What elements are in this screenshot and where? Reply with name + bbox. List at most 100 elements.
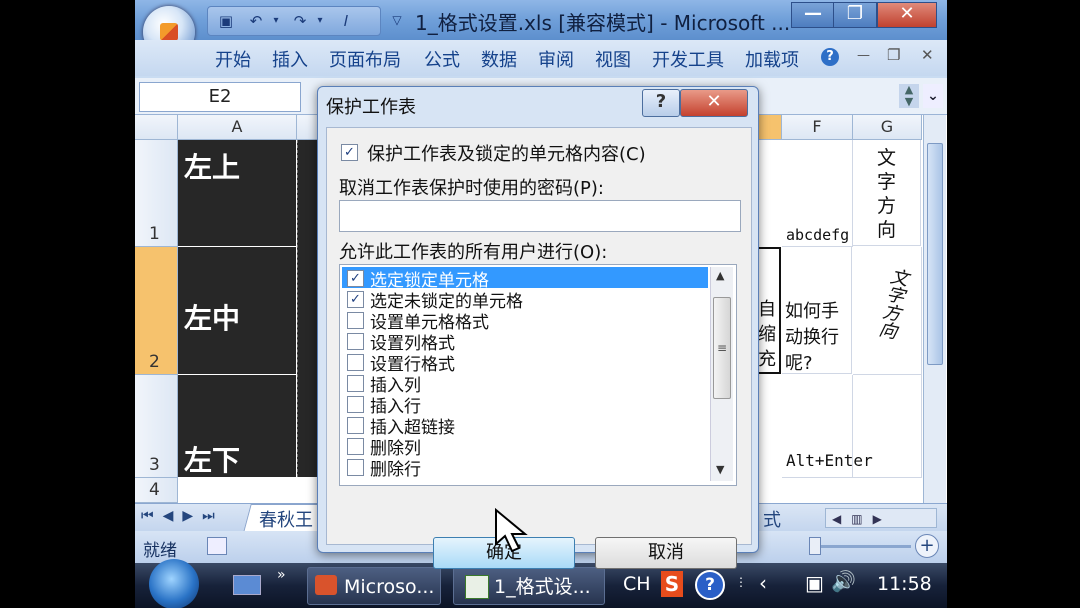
password-field[interactable] bbox=[339, 200, 741, 232]
redo-dropdown-icon[interactable]: ▾ bbox=[312, 13, 328, 29]
minimize-button[interactable]: — bbox=[791, 2, 835, 28]
list-item[interactable]: ✓ 选定锁定单元格 bbox=[342, 267, 708, 291]
checkbox[interactable] bbox=[347, 417, 364, 434]
cancel-button[interactable]: 取消 bbox=[595, 537, 737, 569]
ribbon-minimize-icon[interactable]: — bbox=[857, 48, 870, 63]
zoom-slider[interactable] bbox=[819, 545, 911, 548]
redo-icon[interactable]: ↷ bbox=[292, 13, 308, 29]
undo-dropdown-icon[interactable]: ▾ bbox=[268, 13, 284, 29]
undo-icon[interactable]: ↶ bbox=[248, 13, 264, 29]
list-item[interactable]: ✓ 选定未锁定的单元格 bbox=[342, 288, 708, 312]
protect-checkbox[interactable]: ✓ bbox=[341, 144, 358, 161]
tab-home[interactable]: 开始 bbox=[215, 46, 251, 72]
checkbox[interactable] bbox=[347, 396, 364, 413]
checkbox[interactable]: ✓ bbox=[347, 270, 364, 287]
horizontal-scrollbar[interactable]: ◀▥▶ bbox=[825, 508, 937, 528]
cell-g3[interactable] bbox=[853, 375, 922, 478]
macro-record-icon[interactable] bbox=[207, 537, 227, 555]
tray-settings-icon[interactable]: ⋮ bbox=[735, 575, 747, 589]
checkbox[interactable] bbox=[347, 354, 364, 371]
show-desktop-icon[interactable] bbox=[233, 575, 261, 595]
zoom-slider-thumb[interactable] bbox=[809, 537, 821, 555]
maximize-button[interactable]: ❐ bbox=[833, 2, 877, 28]
tab-page-layout[interactable]: 页面布局 bbox=[329, 46, 401, 72]
cell-a1[interactable]: 左上 bbox=[178, 140, 296, 246]
vertical-scrollbar[interactable] bbox=[923, 115, 946, 503]
tray-expand-icon[interactable]: ‹ bbox=[759, 571, 767, 595]
row-header-1[interactable]: 1 bbox=[135, 140, 178, 247]
zoom-in-icon[interactable]: + bbox=[915, 534, 939, 558]
close-button[interactable]: ✕ bbox=[877, 2, 937, 28]
cell-a3[interactable]: 左下 bbox=[178, 375, 296, 477]
sogou-icon[interactable]: S bbox=[661, 571, 683, 597]
cell-a2[interactable]: 左中 bbox=[178, 247, 296, 374]
help-tray-icon[interactable]: ? bbox=[695, 570, 725, 600]
tab-view[interactable]: 视图 bbox=[595, 46, 631, 72]
sheet-nav-icons[interactable]: ⏮◀▶⏭ bbox=[141, 508, 224, 524]
tab-data[interactable]: 数据 bbox=[481, 46, 517, 72]
quicklaunch-expand-icon[interactable]: » bbox=[277, 567, 286, 583]
scroll-thumb[interactable] bbox=[927, 143, 943, 365]
checkbox[interactable] bbox=[347, 333, 364, 350]
column-header-a[interactable]: A bbox=[178, 115, 297, 140]
volume-icon[interactable]: 🔊 bbox=[831, 569, 856, 593]
list-item[interactable]: 设置行格式 bbox=[342, 351, 708, 375]
list-item[interactable]: 删除行 bbox=[342, 456, 708, 480]
list-item[interactable]: 插入行 bbox=[342, 393, 708, 417]
tab-addins[interactable]: 加载项 bbox=[745, 46, 799, 72]
row-header-2[interactable]: 2 bbox=[135, 247, 178, 375]
qat-customize-icon[interactable]: ▽ bbox=[389, 12, 405, 28]
custom-icon[interactable]: 𝐼 bbox=[338, 13, 354, 29]
network-icon[interactable]: ▣ bbox=[805, 571, 824, 595]
permissions-list[interactable]: ✓ 选定锁定单元格 ✓ 选定未锁定的单元格 设置单元格格式 设置列格式 设置行格式 … bbox=[339, 264, 737, 486]
dialog-close-button[interactable]: ✕ bbox=[680, 89, 748, 117]
clock[interactable]: 11:58 bbox=[877, 573, 932, 595]
cell-f3[interactable]: Alt+Enter bbox=[782, 375, 873, 478]
list-item[interactable]: 插入超链接 bbox=[342, 414, 708, 438]
checkbox[interactable] bbox=[347, 459, 364, 476]
checkbox[interactable] bbox=[347, 438, 364, 455]
row-header-4[interactable]: 4 bbox=[135, 478, 178, 503]
column-header-f[interactable]: F bbox=[782, 115, 853, 140]
list-item[interactable]: 设置单元格格式 bbox=[342, 309, 708, 333]
list-scrollbar[interactable]: ▲ ≡ ▼ bbox=[710, 267, 733, 481]
ribbon-close-icon[interactable]: ✕ bbox=[921, 46, 934, 64]
cell-f1[interactable]: abcdefg bbox=[782, 140, 853, 247]
list-item[interactable]: 删除列 bbox=[342, 435, 708, 459]
cell-text: 左中 bbox=[184, 302, 241, 335]
list-scroll-thumb[interactable]: ≡ bbox=[713, 297, 731, 399]
list-item[interactable]: 插入列 bbox=[342, 372, 708, 396]
cell-text: 左上 bbox=[184, 151, 241, 184]
formula-scroll-icon[interactable]: ▲ ▼ bbox=[899, 84, 919, 108]
tab-insert[interactable]: 插入 bbox=[272, 46, 308, 72]
row-header-3[interactable]: 3 bbox=[135, 375, 178, 478]
cell-f2[interactable]: 如何手 动换行 呢? bbox=[782, 247, 852, 374]
tab-formulas[interactable]: 公式 bbox=[424, 46, 460, 72]
tab-developer[interactable]: 开发工具 bbox=[652, 46, 724, 72]
checkbox[interactable]: ✓ bbox=[347, 291, 364, 308]
dialog-help-button[interactable]: ? bbox=[642, 89, 680, 117]
tab-review[interactable]: 审阅 bbox=[538, 46, 574, 72]
cell-g1[interactable]: 文 字 方 向 bbox=[853, 140, 921, 246]
sheet-tab-label-right[interactable]: 式 bbox=[763, 506, 781, 532]
formula-expand-icon[interactable]: ⌄ bbox=[923, 84, 943, 108]
name-box[interactable]: E2 bbox=[139, 82, 301, 112]
help-icon[interactable]: ? bbox=[821, 48, 839, 66]
scroll-up-icon[interactable]: ▲ bbox=[716, 269, 724, 282]
save-icon[interactable]: ▣ bbox=[218, 13, 234, 29]
checkbox[interactable] bbox=[347, 312, 364, 329]
ribbon-restore-icon[interactable]: ❐ bbox=[887, 46, 900, 64]
checkbox[interactable] bbox=[347, 375, 364, 392]
list-item-label: 删除行 bbox=[370, 460, 421, 480]
ime-indicator[interactable]: CH bbox=[623, 573, 651, 595]
title-bar: ▣ ↶ ▾ ↷ ▾ 𝐼 ▽ 1_格式设置.xls [兼容模式] - Micros… bbox=[135, 0, 947, 40]
row-number: 3 bbox=[149, 455, 160, 475]
protect-checkbox-label[interactable]: 保护工作表及锁定的单元格内容(C) bbox=[367, 140, 646, 166]
column-header-g[interactable]: G bbox=[853, 115, 922, 140]
excel-file-icon bbox=[465, 575, 489, 599]
list-item[interactable]: 设置列格式 bbox=[342, 330, 708, 354]
start-button[interactable] bbox=[149, 559, 199, 608]
select-all-corner[interactable] bbox=[135, 115, 178, 140]
cell-g2[interactable]: 文字方向 bbox=[853, 247, 922, 375]
scroll-down-icon[interactable]: ▼ bbox=[716, 463, 724, 476]
